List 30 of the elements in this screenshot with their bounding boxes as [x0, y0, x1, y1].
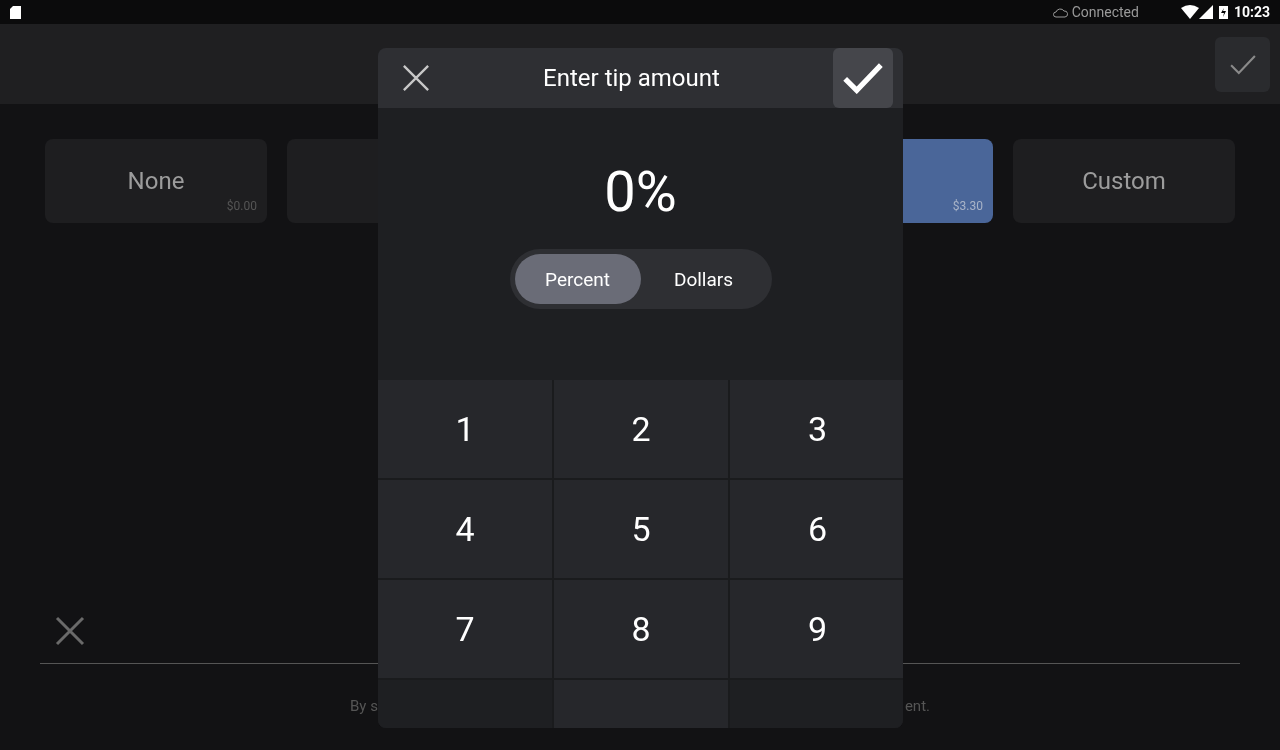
keypad-key[interactable]: 6: [730, 480, 903, 578]
disclaimer-text: By s: [350, 697, 378, 715]
sd-card-icon: [10, 5, 21, 19]
connection-status: Connected: [1071, 4, 1139, 20]
keypad-key[interactable]: 1: [378, 380, 552, 478]
cloud-icon: [1051, 6, 1068, 18]
close-icon: [55, 616, 85, 646]
keypad-key[interactable]: 5: [554, 480, 728, 578]
disclaimer-text: ent.: [904, 697, 930, 715]
confirm-button[interactable]: [833, 48, 893, 108]
keypad-key[interactable]: 9: [730, 580, 903, 678]
battery-icon: [1218, 5, 1228, 19]
tip-option[interactable]: Custom: [1013, 139, 1235, 223]
tip-amount: $3.30: [952, 199, 983, 213]
signal-icon: [1198, 5, 1213, 19]
keypad-key[interactable]: 8: [554, 580, 728, 678]
keypad-key[interactable]: 3: [730, 380, 903, 478]
keypad-key[interactable]: 7: [378, 580, 552, 678]
tip-value: 0%: [603, 160, 678, 224]
keypad-key[interactable]: 4: [378, 480, 552, 578]
mode-option[interactable]: Dollars: [640, 254, 767, 304]
mode-option[interactable]: Percent: [514, 254, 641, 304]
keypad-key[interactable]: 2: [554, 380, 728, 478]
clock: 10:23: [1233, 4, 1270, 20]
check-icon: [1228, 53, 1257, 75]
dialog-title: Enter tip amount: [542, 64, 721, 92]
wifi-icon: [1180, 5, 1199, 19]
close-button[interactable]: [402, 64, 430, 92]
check-icon: [842, 62, 884, 94]
close-icon: [402, 64, 430, 92]
